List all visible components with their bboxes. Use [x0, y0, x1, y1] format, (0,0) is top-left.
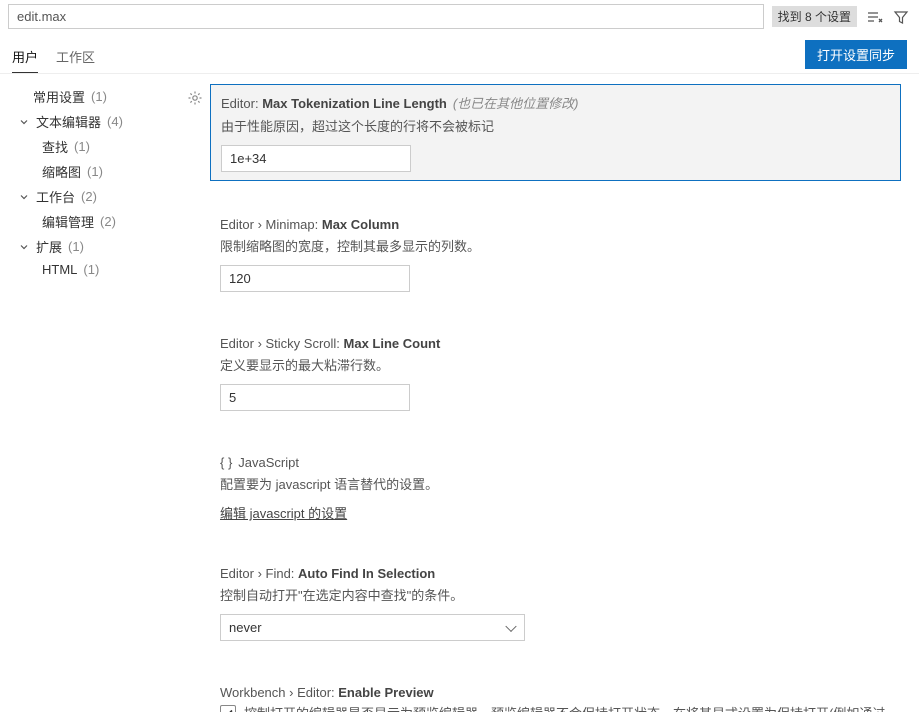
- setting-title: Editor › Minimap: Max Column: [220, 217, 891, 232]
- minimap-max-column-input[interactable]: [220, 265, 410, 292]
- search-input[interactable]: [8, 4, 764, 29]
- sticky-scroll-input[interactable]: [220, 384, 410, 411]
- sidebar-item-html[interactable]: HTML (1): [0, 259, 180, 280]
- auto-find-select[interactable]: [220, 614, 525, 641]
- sidebar-item-minimap[interactable]: 缩略图 (1): [0, 159, 180, 184]
- sidebar-item-editor-mgmt[interactable]: 编辑管理 (2): [0, 209, 180, 234]
- braces-icon: { }: [220, 455, 232, 470]
- sidebar-item-find[interactable]: 查找 (1): [0, 134, 180, 159]
- sidebar-item-text-editor[interactable]: 文本编辑器 (4): [0, 109, 180, 134]
- sidebar-item-extensions[interactable]: 扩展 (1): [0, 234, 180, 259]
- setting-description: 控制打开的编辑器是否显示为预览编辑器。预览编辑器不会保持打开状态，在将其显式设置…: [244, 704, 891, 712]
- setting-title: Workbench › Editor: Enable Preview: [220, 685, 891, 700]
- setting-minimap-max-column: Editor › Minimap: Max Column 限制缩略图的宽度，控制…: [180, 209, 901, 300]
- setting-title: { } JavaScript: [220, 455, 891, 470]
- setting-description: 由于性能原因，超过这个长度的行将不会被标记: [221, 116, 890, 135]
- gear-icon[interactable]: [187, 90, 203, 181]
- open-settings-sync-button[interactable]: 打开设置同步: [805, 40, 907, 69]
- setting-description: 配置要为 javascript 语言替代的设置。: [220, 474, 891, 493]
- setting-title: Editor: Max Tokenization Line Length(也已在…: [221, 93, 890, 112]
- result-count-badge: 找到 8 个设置: [772, 6, 857, 27]
- setting-description: 定义要显示的最大粘滞行数。: [220, 355, 891, 374]
- sidebar-item-workbench[interactable]: 工作台 (2): [0, 184, 180, 209]
- setting-title: Editor › Find: Auto Find In Selection: [220, 566, 891, 581]
- tab-workspace[interactable]: 工作区: [56, 41, 95, 73]
- setting-max-tokenization: Editor: Max Tokenization Line Length(也已在…: [180, 84, 901, 181]
- setting-description: 限制缩略图的宽度，控制其最多显示的列数。: [220, 236, 891, 255]
- setting-enable-preview: Workbench › Editor: Enable Preview 控制打开的…: [180, 677, 901, 712]
- tab-user[interactable]: 用户: [12, 41, 38, 73]
- max-tokenization-input[interactable]: [221, 145, 411, 172]
- setting-description: 控制自动打开"在选定内容中查找"的条件。: [220, 585, 891, 604]
- clear-search-icon[interactable]: [865, 7, 885, 27]
- chevron-down-icon: [18, 116, 32, 128]
- setting-title: Editor › Sticky Scroll: Max Line Count: [220, 336, 891, 351]
- settings-content: Editor: Max Tokenization Line Length(也已在…: [180, 74, 919, 712]
- chevron-down-icon: [18, 241, 32, 253]
- setting-auto-find: Editor › Find: Auto Find In Selection 控制…: [180, 558, 901, 649]
- setting-sticky-scroll: Editor › Sticky Scroll: Max Line Count 定…: [180, 328, 901, 419]
- filter-icon[interactable]: [891, 7, 911, 27]
- settings-sidebar: 常用设置 (1) 文本编辑器 (4) 查找 (1) 缩略图 (1) 工作台 (2…: [0, 74, 180, 712]
- sidebar-item-common[interactable]: 常用设置 (1): [0, 84, 180, 109]
- edit-javascript-link[interactable]: 编辑 javascript 的设置: [220, 506, 347, 521]
- chevron-down-icon: [18, 191, 32, 203]
- setting-javascript: { } JavaScript 配置要为 javascript 语言替代的设置。 …: [180, 447, 901, 530]
